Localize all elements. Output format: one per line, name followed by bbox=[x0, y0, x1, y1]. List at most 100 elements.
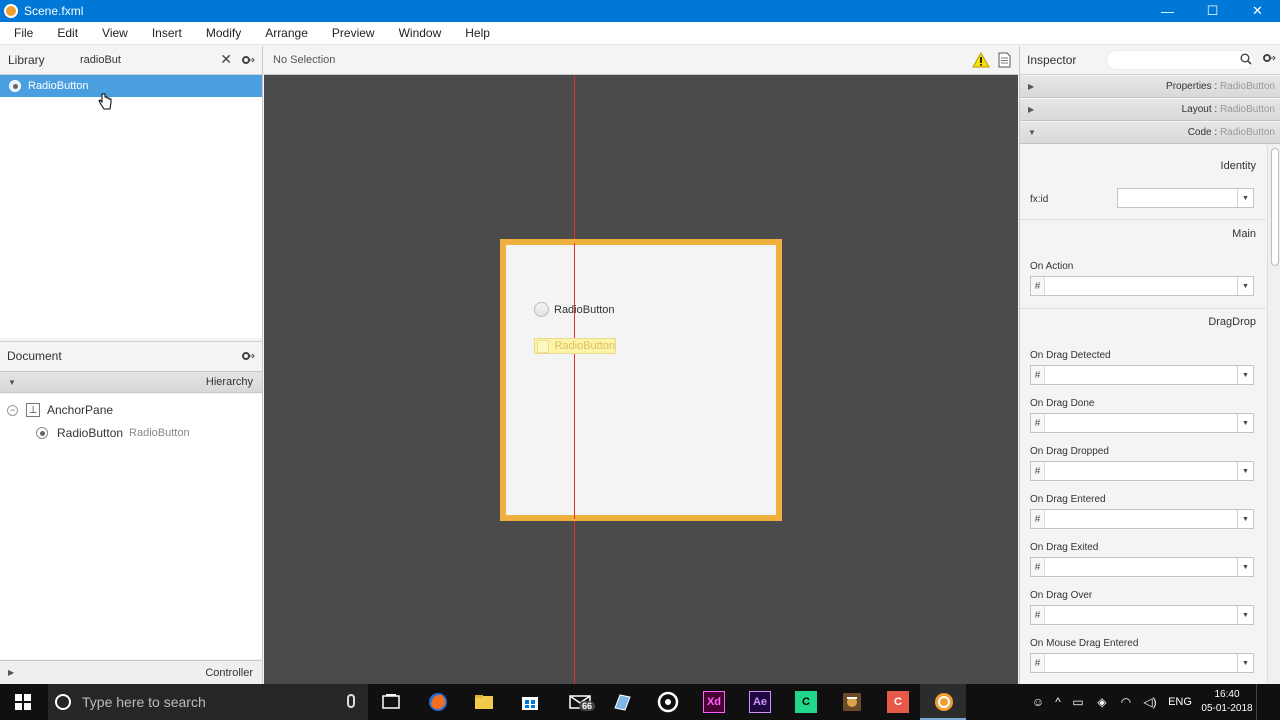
scene-builder-app-icon bbox=[4, 4, 18, 18]
selection-status: No Selection bbox=[273, 54, 336, 66]
minimize-button[interactable]: — bbox=[1145, 0, 1190, 22]
maximize-button[interactable]: ☐ bbox=[1190, 0, 1235, 22]
windows-start-icon[interactable] bbox=[15, 694, 31, 710]
fxid-combo[interactable]: ▼ bbox=[1117, 188, 1254, 208]
file-explorer-icon[interactable] bbox=[473, 691, 495, 713]
hidden-icons-chevron-icon[interactable]: ^ bbox=[1050, 695, 1066, 709]
chevron-down-icon[interactable]: ▼ bbox=[1237, 558, 1253, 576]
clear-search-icon[interactable]: ✕ bbox=[220, 51, 232, 68]
document-header: Document bbox=[0, 341, 262, 369]
menu-help[interactable]: Help bbox=[451, 26, 500, 40]
collapse-icon[interactable]: − bbox=[7, 404, 18, 416]
on-action-field[interactable]: # ▼ bbox=[1030, 276, 1254, 296]
menu-edit[interactable]: Edit bbox=[43, 26, 88, 40]
scrollbar-thumb[interactable] bbox=[1271, 148, 1279, 266]
properties-sub-label: RadioButton bbox=[1219, 81, 1275, 92]
chevron-down-icon[interactable]: ▼ bbox=[1237, 277, 1253, 295]
chevron-down-icon[interactable]: ▼ bbox=[1237, 189, 1253, 207]
chevron-down-icon[interactable]: ▼ bbox=[1237, 654, 1253, 672]
menu-insert[interactable]: Insert bbox=[138, 26, 192, 40]
event-label: On Drag Detected bbox=[1030, 350, 1111, 361]
inspector-search-input[interactable] bbox=[1106, 50, 1254, 70]
tree-item-radiobutton[interactable]: RadioButton RadioButton bbox=[36, 423, 190, 443]
menu-modify[interactable]: Modify bbox=[192, 26, 251, 40]
radio-button-label: RadioButton bbox=[554, 303, 615, 316]
battery-icon[interactable]: ▭ bbox=[1066, 695, 1090, 709]
adobe-xd-icon[interactable]: Xd bbox=[703, 691, 725, 713]
on-drag-over-field[interactable]: # ▼ bbox=[1030, 605, 1254, 625]
volume-icon[interactable]: ◁) bbox=[1138, 695, 1162, 709]
ghost-radio-circle bbox=[537, 339, 550, 353]
taskbar-search-placeholder: Type here to search bbox=[82, 694, 206, 710]
on-drag-exited-field[interactable]: # ▼ bbox=[1030, 557, 1254, 577]
menu-window[interactable]: Window bbox=[385, 26, 452, 40]
notes-app-icon[interactable] bbox=[611, 691, 633, 713]
chevron-down-icon[interactable]: ▼ bbox=[1237, 510, 1253, 528]
properties-section-bar[interactable]: ▶ Properties : RadioButton bbox=[1020, 76, 1280, 98]
on-mouse-drag-entered-field[interactable]: # ▼ bbox=[1030, 653, 1254, 673]
menu-file[interactable]: File bbox=[0, 26, 43, 40]
expand-right-arrow-icon: ▶ bbox=[8, 668, 15, 677]
inspector-scrollbar[interactable] bbox=[1267, 144, 1280, 684]
library-settings-gear-icon[interactable] bbox=[241, 53, 255, 67]
layout-section-bar[interactable]: ▶ Layout : RadioButton bbox=[1020, 99, 1280, 121]
expand-right-arrow-icon: ▶ bbox=[1028, 105, 1035, 114]
taskbar-search-box[interactable]: Type here to search bbox=[48, 684, 368, 720]
wifi-icon[interactable]: ◠ bbox=[1114, 695, 1138, 709]
menu-arrange[interactable]: Arrange bbox=[251, 26, 318, 40]
microphone-icon[interactable] bbox=[347, 694, 355, 708]
tree-item-label: RadioButton bbox=[57, 426, 124, 440]
menu-view[interactable]: View bbox=[88, 26, 138, 40]
people-icon[interactable]: ☺ bbox=[1026, 695, 1050, 709]
firefox-icon[interactable] bbox=[427, 691, 449, 713]
event-label: On Mouse Drag Entered bbox=[1030, 638, 1139, 649]
close-button[interactable]: ✕ bbox=[1235, 0, 1280, 22]
clock[interactable]: 16:40 05-01-2018 bbox=[1198, 688, 1256, 716]
window-title: Scene.fxml bbox=[24, 4, 84, 18]
document-icon[interactable] bbox=[998, 52, 1011, 68]
library-header: Library ✕ bbox=[0, 46, 262, 75]
security-shield-icon[interactable]: ◈ bbox=[1090, 695, 1114, 709]
library-search-input[interactable] bbox=[74, 54, 224, 66]
on-drag-detected-field[interactable]: # ▼ bbox=[1030, 365, 1254, 385]
inspector-settings-gear-icon[interactable] bbox=[1262, 53, 1276, 63]
hash-prefix: # bbox=[1031, 414, 1045, 432]
hierarchy-section-bar[interactable]: ▼ Hierarchy bbox=[0, 371, 262, 393]
task-view-icon[interactable] bbox=[380, 691, 402, 713]
tree-item-type: RadioButton bbox=[129, 427, 190, 439]
menu-preview[interactable]: Preview bbox=[318, 26, 385, 40]
mail-icon[interactable]: 66 bbox=[565, 691, 596, 713]
store-icon[interactable] bbox=[519, 691, 541, 713]
code-section-bar[interactable]: ▼ Code : RadioButton bbox=[1020, 122, 1280, 144]
clion-icon[interactable]: C bbox=[887, 691, 909, 713]
notification-area[interactable] bbox=[1256, 684, 1280, 720]
on-drag-done-field[interactable]: # ▼ bbox=[1030, 413, 1254, 433]
document-settings-gear-icon[interactable] bbox=[241, 349, 255, 363]
pycharm-icon[interactable]: C bbox=[795, 691, 817, 713]
on-drag-entered-field[interactable]: # ▼ bbox=[1030, 509, 1254, 529]
warning-icon[interactable] bbox=[972, 52, 990, 68]
game-app-icon[interactable] bbox=[841, 691, 863, 713]
radio-button-control[interactable]: RadioButton bbox=[534, 302, 615, 317]
code-sub-label: RadioButton bbox=[1219, 127, 1275, 138]
inspector-label: Inspector bbox=[1027, 53, 1077, 67]
tree-item-anchorpane[interactable]: − ⊥ AnchorPane bbox=[7, 400, 113, 420]
hash-prefix: # bbox=[1031, 277, 1045, 295]
event-label: On Drag Over bbox=[1030, 590, 1093, 601]
library-item-radiobutton[interactable]: RadioButton bbox=[0, 75, 262, 97]
chevron-down-icon[interactable]: ▼ bbox=[1237, 414, 1253, 432]
controller-section-bar[interactable]: ▶ Controller bbox=[0, 660, 262, 684]
on-drag-dropped-field[interactable]: # ▼ bbox=[1030, 461, 1254, 481]
after-effects-icon[interactable]: Ae bbox=[749, 691, 771, 713]
chevron-down-icon[interactable]: ▼ bbox=[1237, 606, 1253, 624]
anchor-pane[interactable]: RadioButton RadioButton bbox=[500, 239, 782, 521]
radio-circle bbox=[534, 302, 549, 317]
windows-taskbar: Type here to search 66 Xd Ae C C ☺ ^ ▭ ◈… bbox=[0, 684, 1280, 720]
chevron-down-icon[interactable]: ▼ bbox=[1237, 462, 1253, 480]
hash-prefix: # bbox=[1031, 558, 1045, 576]
media-app-icon[interactable] bbox=[657, 691, 679, 713]
chevron-down-icon[interactable]: ▼ bbox=[1237, 366, 1253, 384]
library-item-label: RadioButton bbox=[28, 80, 89, 92]
scene-builder-taskbar-icon[interactable] bbox=[933, 691, 955, 713]
language-indicator[interactable]: ENG bbox=[1162, 696, 1198, 708]
